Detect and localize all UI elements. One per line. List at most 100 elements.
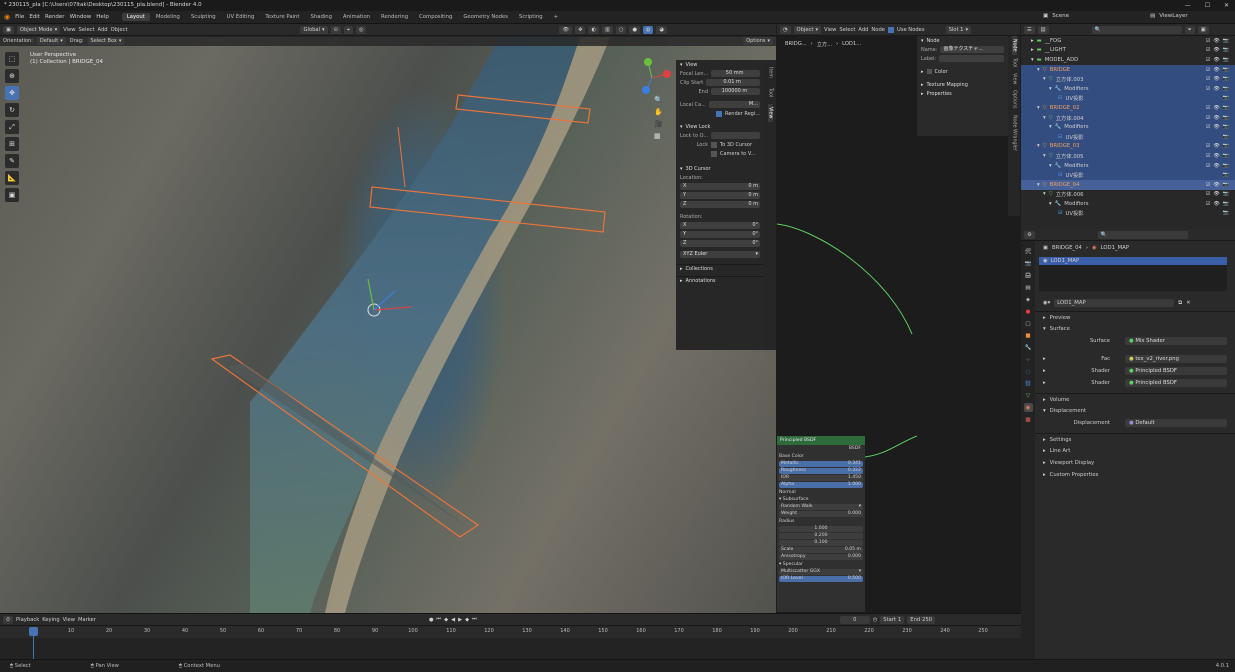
material-browse-icon[interactable]: ◉▾ bbox=[1043, 300, 1050, 306]
output-tab-icon[interactable]: 🖨 bbox=[1024, 271, 1033, 280]
checkbox-icon[interactable]: ☑ bbox=[1206, 47, 1210, 53]
properties-editor-type-button[interactable]: ⚙ bbox=[1024, 230, 1035, 239]
viewport-menu-view[interactable]: View bbox=[63, 27, 75, 33]
tab-rendering[interactable]: Rendering bbox=[376, 13, 413, 21]
chevron-right-icon[interactable]: ▸ bbox=[1031, 38, 1034, 44]
checkbox-icon[interactable]: ☑ bbox=[1206, 182, 1210, 188]
material-tab-icon[interactable]: ◉ bbox=[1023, 403, 1033, 412]
move-tool-icon[interactable]: ✥ bbox=[5, 86, 19, 100]
start-frame-field[interactable]: Start 1 bbox=[880, 615, 905, 624]
chevron-down-icon[interactable]: ▾ bbox=[1037, 182, 1040, 188]
camera-to-view-checkbox[interactable] bbox=[711, 150, 717, 157]
custom-properties-panel-header[interactable]: ▸ Custom Properties bbox=[1035, 469, 1235, 481]
blender-logo-icon[interactable]: ◉ bbox=[4, 13, 10, 21]
displacement-panel-header[interactable]: ▾ Displacement bbox=[1035, 405, 1235, 417]
radius-y-field[interactable]: 0.200 bbox=[779, 533, 863, 539]
chevron-down-icon[interactable]: ▾ bbox=[1043, 153, 1046, 159]
menu-render[interactable]: Render bbox=[45, 14, 65, 20]
outliner-row[interactable]: ▾ ▽ 立方体.005 ☑ 👁 📷 bbox=[1021, 151, 1235, 161]
current-frame-field[interactable]: 0 bbox=[839, 615, 870, 624]
outliner-row[interactable]: ▾ 🔧 Modifiers ☑ 👁 📷 bbox=[1021, 160, 1235, 171]
rotation-mode-dropdown[interactable]: XYZ Euler ▾ bbox=[680, 251, 760, 258]
volume-panel-header[interactable]: ▸ Volume bbox=[1035, 393, 1235, 405]
line-art-panel-header[interactable]: ▸ Line Art bbox=[1035, 445, 1235, 457]
outliner-row[interactable]: ▾ 🔧 Modifiers ☑ 👁 📷 bbox=[1021, 199, 1235, 209]
xray-icon[interactable]: ▥ bbox=[601, 25, 613, 34]
bsdf-node-title[interactable]: Principled BSDF bbox=[777, 436, 865, 445]
camera-icon[interactable]: 📷 bbox=[1223, 134, 1229, 140]
shader-node-editor[interactable]: ◔ Object ▾ View Select Add Node Use Nodes… bbox=[777, 24, 1020, 613]
record-icon[interactable]: ● bbox=[429, 617, 434, 623]
checkbox-icon[interactable]: ☑ bbox=[1206, 115, 1210, 121]
node-menu-select[interactable]: Select bbox=[839, 27, 855, 33]
outliner-row[interactable]: ⊟ UV投影 📷 bbox=[1021, 131, 1235, 142]
tab-item[interactable]: Item bbox=[768, 64, 773, 81]
checkbox-icon[interactable]: ☑ bbox=[1206, 57, 1210, 63]
settings-panel-header[interactable]: ▸ Settings bbox=[1035, 433, 1235, 445]
preview-panel-header[interactable]: ▸ Preview bbox=[1035, 311, 1235, 323]
transform-orientation-dropdown[interactable]: Global ▾ bbox=[300, 25, 328, 34]
tab-shading[interactable]: Shading bbox=[306, 13, 338, 21]
object-tab-icon[interactable]: ■ bbox=[1024, 331, 1033, 340]
panel-collections-header[interactable]: ▸ Collections bbox=[676, 264, 764, 273]
overlay-toggle-icon[interactable]: ◐ bbox=[588, 25, 599, 34]
checkbox-icon[interactable]: ☑ bbox=[1206, 124, 1210, 130]
chevron-down-icon[interactable]: ▾ bbox=[1049, 201, 1052, 207]
ior-level-slider[interactable]: IOR Level 0.500 bbox=[779, 576, 863, 582]
alpha-slider[interactable]: Alpha 1.000 bbox=[779, 482, 863, 488]
select-tool-icon[interactable]: ⬚ bbox=[5, 52, 19, 66]
frame-ruler[interactable]: 0102030405060708090100110120130140150160… bbox=[0, 626, 1021, 638]
world-tab-icon[interactable]: ● bbox=[1024, 307, 1033, 316]
zoom-icon[interactable]: 🔍 bbox=[654, 96, 663, 104]
transform-tool-icon[interactable]: ⊞ bbox=[5, 137, 19, 151]
camera-icon[interactable]: 📷 bbox=[1223, 163, 1229, 169]
tab-sculpting[interactable]: Sculpting bbox=[186, 13, 221, 21]
timeline[interactable]: ⏱ Playback Keying View Marker ● ⏮ ◆ ◀ ▶ … bbox=[0, 613, 1021, 660]
displacement-field[interactable]: ● Default bbox=[1125, 419, 1227, 427]
checkbox-icon[interactable]: ☑ bbox=[1206, 153, 1210, 159]
eye-icon[interactable]: 👁 bbox=[1213, 47, 1219, 53]
jump-start-icon[interactable]: ⏮ bbox=[436, 616, 441, 623]
node-tab-options[interactable]: Options bbox=[1012, 87, 1017, 112]
panel-annotations-header[interactable]: ▸ Annotations bbox=[676, 276, 764, 285]
scene-tab-icon[interactable]: ◈ bbox=[1024, 295, 1033, 304]
display-mode-icon[interactable]: ▤ bbox=[1037, 25, 1049, 34]
eye-icon[interactable]: 👁 bbox=[1213, 38, 1219, 44]
anisotropy-field[interactable]: Anisotropy 0.000 bbox=[779, 554, 863, 560]
eye-icon[interactable]: 👁 bbox=[1213, 57, 1219, 63]
outliner-search-input[interactable]: 🔍 bbox=[1091, 25, 1182, 34]
local-camera-field[interactable]: M... bbox=[708, 101, 760, 108]
chevron-down-icon[interactable]: ▾ bbox=[1043, 115, 1046, 121]
tab-tool[interactable]: Tool bbox=[768, 85, 773, 100]
add-cube-tool-icon[interactable]: ▣ bbox=[5, 188, 19, 202]
checkbox-icon[interactable]: ☑ bbox=[1206, 76, 1210, 82]
shading-material-icon[interactable]: ◍ bbox=[642, 25, 654, 34]
chevron-down-icon[interactable]: ▾ bbox=[1043, 191, 1046, 197]
outliner-row[interactable]: ▾ ▽ BRIDGE ☑ 👁 📷 bbox=[1021, 64, 1235, 75]
fac-input-field[interactable]: ● tex_v2_river.png bbox=[1125, 355, 1227, 363]
camera-icon[interactable]: 📷 bbox=[1223, 182, 1229, 188]
cursor-rot-y[interactable]: Y 0° bbox=[680, 231, 760, 238]
checkbox-icon[interactable]: ☑ bbox=[1206, 67, 1210, 73]
shading-solid-icon[interactable]: ● bbox=[629, 25, 640, 34]
properties-search-input[interactable]: 🔍 bbox=[1097, 230, 1188, 239]
breadcrumb-mesh[interactable]: 立方... bbox=[817, 41, 832, 48]
camera-icon[interactable]: 📷 bbox=[1223, 210, 1229, 216]
collection-tab-icon[interactable]: ▢ bbox=[1024, 319, 1033, 328]
end-frame-field[interactable]: End 250 bbox=[907, 615, 936, 624]
gizmo-toggle-icon[interactable]: ✥ bbox=[575, 25, 586, 34]
checkbox-icon[interactable]: ☑ bbox=[1206, 191, 1210, 197]
eye-icon[interactable]: 👁 bbox=[1213, 153, 1219, 159]
outliner-row[interactable]: ▾ ▬ MODEL_ADD ☑ 👁 📷 bbox=[1021, 55, 1235, 65]
chevron-down-icon[interactable]: ▾ bbox=[1031, 57, 1034, 63]
outliner-row[interactable]: ▾ ▽ 立方体.003 ☑ 👁 📷 bbox=[1021, 74, 1235, 84]
clip-end-field[interactable]: 100000 m bbox=[711, 88, 760, 95]
timeline-menu-playback[interactable]: Playback bbox=[16, 617, 39, 623]
prev-key-icon[interactable]: ◆ bbox=[444, 617, 448, 623]
eye-icon[interactable]: 👁 bbox=[1213, 115, 1219, 121]
cursor-loc-x[interactable]: X0 m bbox=[680, 183, 760, 190]
cursor-tool-icon[interactable]: ⊕ bbox=[5, 69, 19, 83]
subsurface-section[interactable]: ▾ Subsurface bbox=[777, 496, 865, 503]
node-tab-view[interactable]: View bbox=[1012, 70, 1017, 87]
viewlayer-selector[interactable]: ▤ ViewLayer bbox=[1150, 13, 1188, 19]
